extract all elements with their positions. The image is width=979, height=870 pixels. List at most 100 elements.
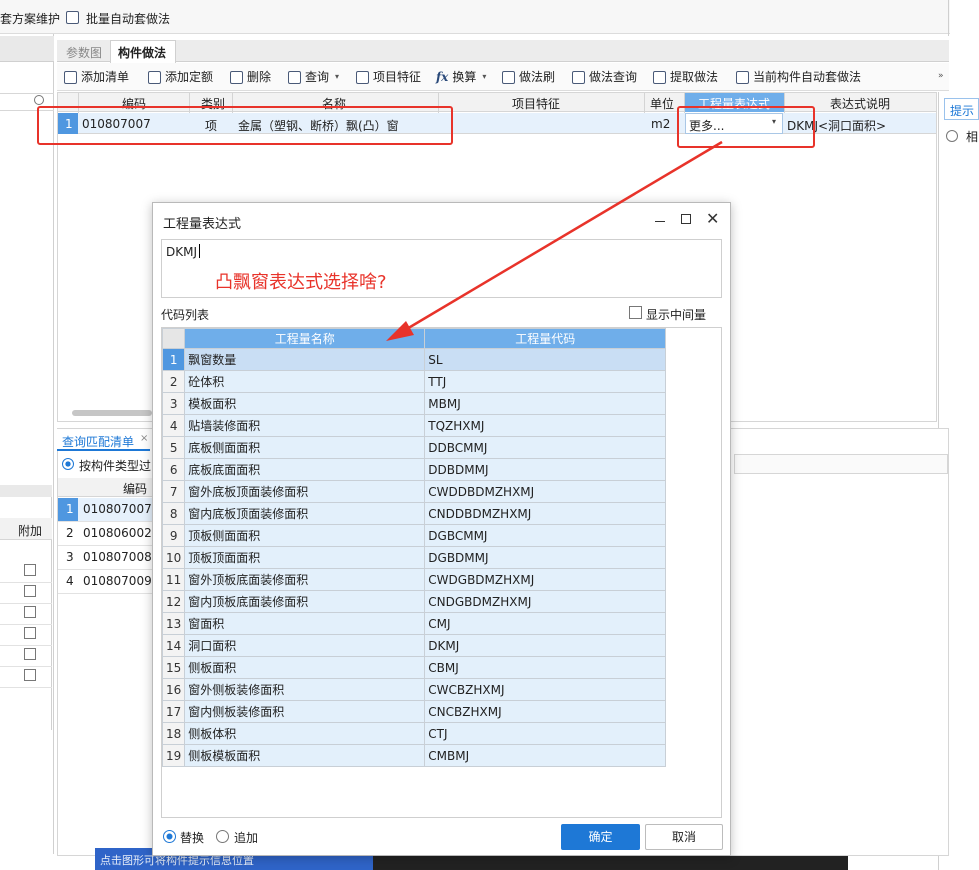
scheme-maintenance-button[interactable]: 套方案维护 [0, 10, 60, 27]
code-row-code[interactable]: TTJ [424, 370, 667, 393]
attach-checkbox[interactable] [24, 669, 36, 681]
item-feature-button[interactable]: 项目特征 [356, 67, 421, 87]
add-quota-button[interactable]: 添加定额 [148, 67, 213, 87]
highlight-row-box [37, 106, 453, 145]
code-row[interactable]: 9 顶板侧面面积 DGBCMMJ [161, 524, 667, 547]
lower-row-code[interactable]: 010806002 [83, 526, 152, 540]
toolbar-overflow-icon[interactable]: » [938, 71, 944, 81]
code-row-index: 5 [161, 436, 186, 459]
code-row[interactable]: 1 飘窗数量 SL [161, 348, 667, 371]
code-row-code[interactable]: CBMJ [424, 656, 667, 679]
code-row-code[interactable]: CWCBZHXMJ [424, 678, 667, 701]
code-row-name[interactable]: 侧板体积 [184, 722, 426, 745]
code-row-name[interactable]: 模板面积 [184, 392, 426, 415]
maximize-icon[interactable] [681, 214, 691, 224]
ok-button[interactable]: 确定 [561, 824, 640, 850]
code-row-code[interactable]: CMJ [424, 612, 667, 635]
code-row-code[interactable]: DKMJ [424, 634, 667, 657]
convert-button[interactable]: fx 换算 ▾ [436, 67, 486, 87]
code-row-code[interactable]: DDBCMMJ [424, 436, 667, 459]
right-radio[interactable] [946, 130, 958, 142]
row-unit[interactable]: m2 [651, 117, 670, 131]
code-row-code[interactable]: MBMJ [424, 392, 667, 415]
code-row[interactable]: 13 窗面积 CMJ [161, 612, 667, 635]
code-row[interactable]: 3 模板面积 MBMJ [161, 392, 667, 415]
code-row[interactable]: 19 侧板模板面积 CMBMJ [161, 744, 667, 767]
code-row-code[interactable]: DGBCMMJ [424, 524, 667, 547]
lower-row-code[interactable]: 010807009 [83, 574, 152, 588]
horizontal-scrollbar[interactable] [72, 410, 152, 416]
code-row[interactable]: 6 底板底面面积 DDBDMMJ [161, 458, 667, 481]
minimize-icon[interactable] [655, 221, 665, 222]
code-row-code[interactable]: TQZHXMJ [424, 414, 667, 437]
attach-checkbox[interactable] [24, 564, 36, 576]
close-icon[interactable]: ✕ [706, 209, 719, 228]
code-row[interactable]: 17 窗内侧板装修面积 CNCBZHXMJ [161, 700, 667, 723]
code-row-code[interactable]: DGBDMMJ [424, 546, 667, 569]
attach-checkbox[interactable] [24, 648, 36, 660]
code-row[interactable]: 14 洞口面积 DKMJ [161, 634, 667, 657]
lower-row-code[interactable]: 010807008 [83, 550, 152, 564]
tab-parameter-diagram[interactable]: 参数图 [66, 44, 102, 61]
code-row-name[interactable]: 顶板侧面面积 [184, 524, 426, 547]
code-row[interactable]: 10 顶板顶面面积 DGBDMMJ [161, 546, 667, 569]
code-row-name[interactable]: 洞口面积 [184, 634, 426, 657]
code-row-code[interactable]: CWDDBDMZHXMJ [424, 480, 667, 503]
code-row-code[interactable]: DDBDMMJ [424, 458, 667, 481]
code-row-name[interactable]: 窗内顶板底面装修面积 [184, 590, 426, 613]
add-list-button[interactable]: 添加清单 [64, 67, 129, 87]
code-row-name[interactable]: 顶板顶面面积 [184, 546, 426, 569]
attach-checkbox[interactable] [24, 606, 36, 618]
method-query-button[interactable]: 做法查询 [572, 67, 637, 87]
radio-replace[interactable] [163, 830, 176, 843]
code-row-name[interactable]: 侧板面积 [184, 656, 426, 679]
code-row-name[interactable]: 窗内底板顶面装修面积 [184, 502, 426, 525]
code-row-name[interactable]: 砼体积 [184, 370, 426, 393]
code-row-index: 14 [161, 634, 186, 657]
filter-radio[interactable] [62, 458, 74, 470]
lower-tab-label: 查询匹配清单 [62, 435, 135, 449]
code-row-code[interactable]: SL [424, 348, 667, 371]
code-row-name[interactable]: 窗外侧板装修面积 [184, 678, 426, 701]
code-row-name[interactable]: 窗面积 [184, 612, 426, 635]
delete-button[interactable]: 删除 [230, 67, 271, 87]
code-row[interactable]: 5 底板侧面面积 DDBCMMJ [161, 436, 667, 459]
code-row[interactable]: 8 窗内底板顶面装修面积 CNDDBDMZHXMJ [161, 502, 667, 525]
code-row-code[interactable]: CNDDBDMZHXMJ [424, 502, 667, 525]
batch-auto-method-button[interactable]: 批量自动套做法 [86, 10, 170, 27]
code-row[interactable]: 2 砼体积 TTJ [161, 370, 667, 393]
code-row-code[interactable]: CNDGBDMZHXMJ [424, 590, 667, 613]
query-button[interactable]: 查询 ▾ [288, 67, 339, 87]
code-row-code[interactable]: CMBMJ [424, 744, 667, 767]
code-row[interactable]: 18 侧板体积 CTJ [161, 722, 667, 745]
code-row-code[interactable]: CTJ [424, 722, 667, 745]
code-row-name[interactable]: 窗外顶板底面装修面积 [184, 568, 426, 591]
attach-checkbox[interactable] [24, 627, 36, 639]
code-row-name[interactable]: 底板底面面积 [184, 458, 426, 481]
code-row-name[interactable]: 窗内侧板装修面积 [184, 700, 426, 723]
code-row-code[interactable]: CWDGBDMZHXMJ [424, 568, 667, 591]
close-icon[interactable]: × [140, 433, 148, 444]
search-icon[interactable] [34, 95, 44, 105]
code-row[interactable]: 15 侧板面积 CBMJ [161, 656, 667, 679]
show-intermediate-checkbox[interactable] [629, 306, 642, 319]
code-row-index: 16 [161, 678, 186, 701]
code-row-name[interactable]: 侧板模板面积 [184, 744, 426, 767]
code-row[interactable]: 7 窗外底板顶面装修面积 CWDDBDMZHXMJ [161, 480, 667, 503]
auto-method-button[interactable]: 当前构件自动套做法 [736, 67, 861, 87]
attach-checkbox[interactable] [24, 585, 36, 597]
code-row[interactable]: 11 窗外顶板底面装修面积 CWDGBDMZHXMJ [161, 568, 667, 591]
code-row-code[interactable]: CNCBZHXMJ [424, 700, 667, 723]
code-row-name[interactable]: 贴墙装修面积 [184, 414, 426, 437]
code-row[interactable]: 4 贴墙装修面积 TQZHXMJ [161, 414, 667, 437]
code-row-name[interactable]: 飘窗数量 [184, 348, 426, 371]
lower-row-code[interactable]: 010807007 [83, 502, 152, 516]
method-brush-button[interactable]: 做法刷 [502, 67, 555, 87]
extract-method-button[interactable]: 提取做法 [653, 67, 718, 87]
code-row[interactable]: 12 窗内顶板底面装修面积 CNDGBDMZHXMJ [161, 590, 667, 613]
code-row-name[interactable]: 底板侧面面积 [184, 436, 426, 459]
cancel-button[interactable]: 取消 [645, 824, 723, 850]
code-row[interactable]: 16 窗外侧板装修面积 CWCBZHXMJ [161, 678, 667, 701]
code-row-name[interactable]: 窗外底板顶面装修面积 [184, 480, 426, 503]
radio-append[interactable] [216, 830, 229, 843]
